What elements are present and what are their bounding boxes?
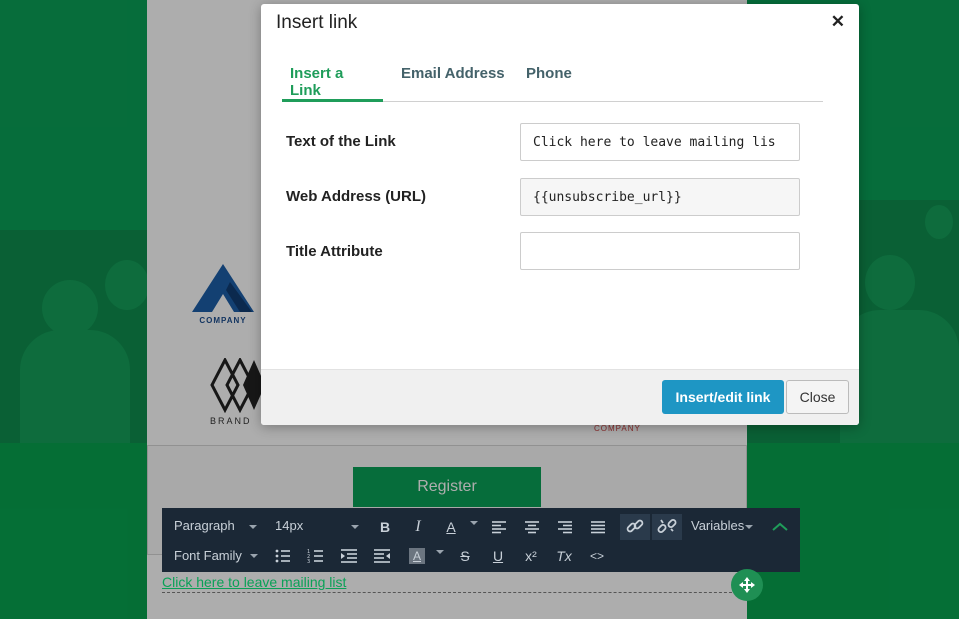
close-icon[interactable]: ✕ [831, 12, 845, 32]
chevron-down-icon [249, 525, 257, 529]
clear-format-icon[interactable]: Tx [551, 544, 577, 568]
text-editor-toolbar: Paragraph 14px B I A Variables Font Fami… [162, 508, 800, 572]
tab-phone[interactable]: Phone [518, 60, 580, 102]
align-justify-icon[interactable] [585, 515, 611, 539]
tab-insert-a-link[interactable]: Insert a Link [282, 60, 383, 102]
close-button[interactable]: Close [786, 380, 849, 414]
italic-icon[interactable]: I [405, 515, 431, 539]
link-type-tabs: Insert a Link Email Address Phone [282, 60, 823, 102]
link-text-input[interactable]: Click here to leave mailing lis [520, 123, 800, 161]
collapse-icon[interactable] [767, 515, 793, 539]
insert-edit-link-button[interactable]: Insert/edit link [662, 380, 784, 414]
dialog-title: Insert link [276, 12, 358, 33]
font-size-select[interactable]: 14px [275, 518, 303, 533]
align-left-icon[interactable] [486, 515, 512, 539]
bold-icon[interactable]: B [372, 515, 398, 539]
editor-link-text[interactable]: Click here to leave mailing list [162, 574, 346, 590]
outdent-icon[interactable] [369, 544, 395, 568]
title-attribute-input[interactable] [520, 232, 800, 270]
align-center-icon[interactable] [519, 515, 545, 539]
chevron-down-icon [351, 525, 359, 529]
paragraph-format-select[interactable]: Paragraph [174, 518, 235, 533]
chevron-down-icon [250, 554, 258, 558]
underline-icon[interactable]: U [485, 544, 511, 568]
svg-text:3: 3 [307, 559, 310, 565]
move-arrows-icon [739, 577, 755, 593]
chevron-down-icon [745, 525, 753, 529]
chevron-down-icon [436, 550, 444, 554]
align-right-icon[interactable] [552, 515, 578, 539]
background-color-icon[interactable]: A [404, 544, 430, 568]
unlink-icon[interactable] [652, 514, 682, 540]
code-icon[interactable]: <> [584, 544, 610, 568]
url-input[interactable]: {{unsubscribe_url}} [520, 178, 800, 216]
numbered-list-icon[interactable]: 123 [303, 544, 329, 568]
link-icon[interactable] [620, 514, 650, 540]
font-family-select[interactable]: Font Family [174, 548, 242, 563]
background-color-glyph: A [409, 548, 425, 564]
text-color-icon[interactable]: A [438, 515, 464, 539]
move-icon[interactable] [731, 569, 763, 601]
link-text-label: Text of the Link [286, 133, 396, 150]
indent-icon[interactable] [336, 544, 362, 568]
superscript-icon[interactable]: x² [518, 544, 544, 568]
variables-dropdown[interactable]: Variables [691, 518, 744, 533]
bullet-list-icon[interactable] [270, 544, 296, 568]
chevron-down-icon [470, 521, 478, 525]
insert-link-dialog: Insert link ✕ Insert a Link Email Addres… [261, 4, 859, 425]
editor-block-outline [162, 592, 742, 593]
tab-email-address[interactable]: Email Address [393, 60, 513, 102]
url-label: Web Address (URL) [286, 188, 427, 205]
strikethrough-icon[interactable]: S [452, 544, 478, 568]
title-attribute-label: Title Attribute [286, 243, 383, 260]
